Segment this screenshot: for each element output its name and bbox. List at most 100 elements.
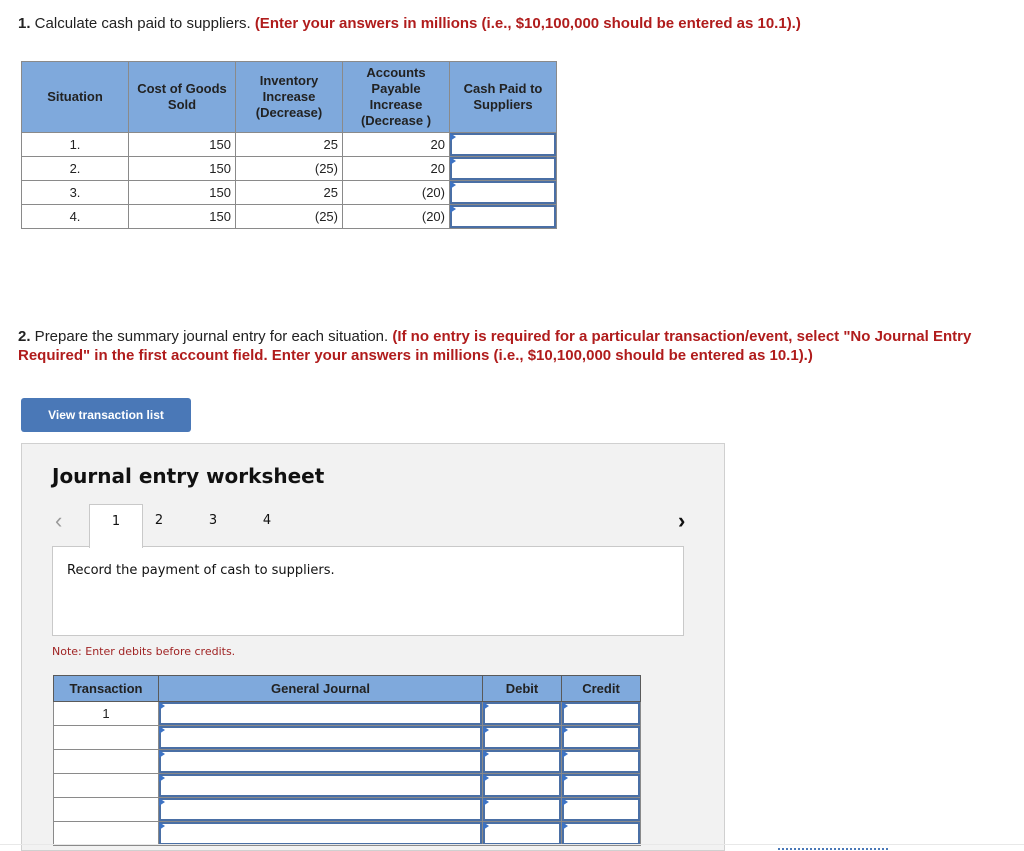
question-1-text: Calculate cash paid to suppliers.: [30, 15, 255, 32]
transaction-cell: [53, 797, 159, 822]
table-row: 4. 150 (25) (20): [21, 204, 557, 229]
debit-input[interactable]: [482, 749, 562, 774]
journal-row: [53, 725, 641, 750]
cash-paid-input[interactable]: [449, 180, 557, 205]
input-box[interactable]: [483, 726, 561, 749]
situation-cell: 1.: [21, 132, 129, 157]
cash-paid-input[interactable]: [449, 204, 557, 229]
credit-input[interactable]: [561, 797, 641, 822]
debit-input[interactable]: [482, 797, 562, 822]
input-marker-icon: [562, 798, 568, 806]
cash-paid-table: Situation Cost of Goods Sold Inventory I…: [21, 61, 557, 229]
input-marker-icon: [562, 726, 568, 734]
general-journal-table: Transaction General Journal Debit Credit…: [53, 675, 641, 846]
debit-input[interactable]: [482, 773, 562, 798]
credit-input[interactable]: [561, 725, 641, 750]
input-box[interactable]: [483, 750, 561, 773]
input-marker-icon: [483, 774, 489, 782]
header-debit: Debit: [482, 675, 562, 702]
input-marker-icon: [483, 750, 489, 758]
tab-4[interactable]: 4: [252, 504, 282, 546]
header-accounts-payable: Accounts Payable Increase (Decrease ): [342, 61, 450, 133]
tab-1[interactable]: 1: [89, 504, 143, 548]
credit-input[interactable]: [561, 749, 641, 774]
input-box[interactable]: [562, 726, 640, 749]
account-select[interactable]: [158, 701, 483, 726]
input-box[interactable]: [562, 798, 640, 821]
credit-input[interactable]: [561, 773, 641, 798]
dotted-link[interactable]: [778, 848, 888, 850]
question-2-text: Prepare the summary journal entry for ea…: [30, 328, 393, 345]
input-marker-icon: [159, 726, 165, 734]
table-row: 2. 150 (25) 20: [21, 156, 557, 181]
input-box[interactable]: [450, 133, 556, 156]
input-box[interactable]: [159, 798, 482, 821]
journal-entry-worksheet: Journal entry worksheet ‹ 1 2 3 4 › Reco…: [21, 443, 725, 851]
cash-paid-input[interactable]: [449, 132, 557, 157]
situation-cell: 3.: [21, 180, 129, 205]
question-1: 1. Calculate cash paid to suppliers. (En…: [18, 14, 801, 33]
header-inventory: Inventory Increase (Decrease): [235, 61, 343, 133]
input-box[interactable]: [159, 702, 482, 725]
situation-cell: 2.: [21, 156, 129, 181]
tab-2[interactable]: 2: [144, 504, 174, 546]
input-marker-icon: [159, 822, 165, 830]
journal-row: [53, 821, 641, 846]
view-transaction-list-button[interactable]: View transaction list: [21, 398, 191, 432]
cogs-cell: 150: [128, 180, 236, 205]
credit-input[interactable]: [561, 821, 641, 846]
credit-input[interactable]: [561, 701, 641, 726]
input-box[interactable]: [159, 750, 482, 773]
inventory-cell: (25): [235, 204, 343, 229]
input-box[interactable]: [562, 702, 640, 725]
note-text: Note: Enter debits before credits.: [52, 645, 236, 658]
input-box[interactable]: [562, 822, 640, 845]
input-box[interactable]: [483, 822, 561, 845]
transaction-cell: [53, 821, 159, 846]
cash-paid-input[interactable]: [449, 156, 557, 181]
inventory-cell: 25: [235, 180, 343, 205]
question-1-number: 1.: [18, 15, 31, 32]
question-1-instruction: (Enter your answers in millions (i.e., $…: [254, 15, 801, 32]
input-box[interactable]: [483, 702, 561, 725]
input-box[interactable]: [450, 181, 556, 204]
input-box[interactable]: [159, 726, 482, 749]
header-credit: Credit: [561, 675, 641, 702]
account-select[interactable]: [158, 797, 483, 822]
input-box[interactable]: [450, 205, 556, 228]
input-box[interactable]: [483, 774, 561, 797]
ap-cell: 20: [342, 132, 450, 157]
chevron-left-icon[interactable]: ‹: [55, 508, 62, 534]
ap-cell: (20): [342, 204, 450, 229]
chevron-right-icon[interactable]: ›: [678, 508, 685, 534]
input-box[interactable]: [159, 774, 482, 797]
ap-cell: (20): [342, 180, 450, 205]
transaction-description-box: Record the payment of cash to suppliers.: [52, 546, 684, 636]
input-marker-icon: [159, 774, 165, 782]
debit-input[interactable]: [482, 701, 562, 726]
header-cogs: Cost of Goods Sold: [128, 61, 236, 133]
tab-3[interactable]: 3: [198, 504, 228, 546]
input-marker-icon: [562, 774, 568, 782]
debit-input[interactable]: [482, 725, 562, 750]
journal-row: [53, 797, 641, 822]
account-select[interactable]: [158, 821, 483, 846]
input-box[interactable]: [483, 798, 561, 821]
input-box[interactable]: [562, 750, 640, 773]
input-marker-icon: [562, 750, 568, 758]
input-marker-icon: [450, 205, 456, 213]
journal-row: [53, 773, 641, 798]
transaction-cell: [53, 749, 159, 774]
input-marker-icon: [450, 133, 456, 141]
debit-input[interactable]: [482, 821, 562, 846]
header-general-journal: General Journal: [158, 675, 483, 702]
account-select[interactable]: [158, 725, 483, 750]
input-marker-icon: [483, 702, 489, 710]
input-box[interactable]: [562, 774, 640, 797]
account-select[interactable]: [158, 749, 483, 774]
journal-row: [53, 749, 641, 774]
input-box[interactable]: [450, 157, 556, 180]
cogs-cell: 150: [128, 132, 236, 157]
account-select[interactable]: [158, 773, 483, 798]
input-box[interactable]: [159, 822, 482, 845]
